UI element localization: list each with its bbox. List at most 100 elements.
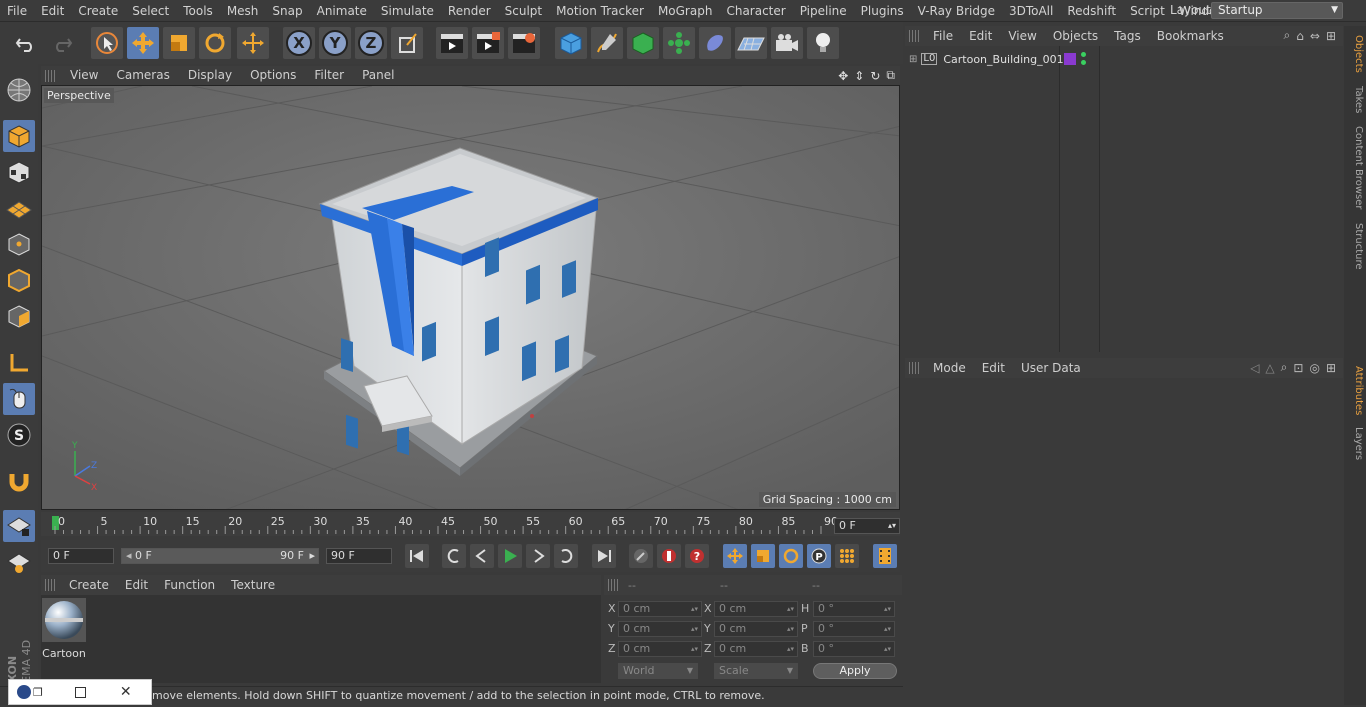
search-icon[interactable]: ⌕ (1284, 28, 1291, 43)
tab-objects[interactable]: Objects (1346, 30, 1364, 78)
viewport-perspective[interactable]: Y Z X Perspective Grid Spacing : 1000 cm (41, 85, 900, 510)
x-axis-button[interactable]: X (283, 27, 315, 59)
scale-mode-select[interactable]: Scale ▼ (714, 663, 798, 679)
floor-button[interactable] (735, 27, 767, 59)
viewport-menu-panel[interactable]: Panel (353, 66, 403, 85)
next-key-button[interactable] (554, 544, 578, 568)
zoom-icon[interactable]: ⇕ (854, 69, 864, 83)
menu-mograph[interactable]: MoGraph (651, 0, 720, 22)
menu-animate[interactable]: Animate (310, 0, 374, 22)
cloner-button[interactable] (663, 27, 695, 59)
coord-value-field[interactable]: 0 cm ▴▾ (714, 621, 798, 637)
new-window-icon[interactable]: ⊞ (1326, 361, 1336, 375)
parameter-key-button[interactable]: P (807, 544, 831, 568)
timeline-window-button[interactable] (873, 544, 897, 568)
frame-range-slider[interactable]: ◂ 0 F 90 F ▸ (121, 548, 319, 564)
transform-tool-button[interactable] (237, 27, 269, 59)
menu-simulate[interactable]: Simulate (374, 0, 441, 22)
move-tool-button[interactable] (127, 27, 159, 59)
object-menu-view[interactable]: View (1000, 26, 1044, 46)
coord-value-field[interactable]: 0 cm ▴▾ (618, 601, 702, 617)
close-icon[interactable]: ✕ (120, 684, 132, 700)
light-button[interactable] (807, 27, 839, 59)
menu-v-ray-bridge[interactable]: V-Ray Bridge (911, 0, 1002, 22)
menu-sculpt[interactable]: Sculpt (498, 0, 549, 22)
record-keys-button[interactable] (629, 544, 653, 568)
next-frame-button[interactable] (526, 544, 550, 568)
coord-value-field[interactable]: 0 cm ▴▾ (618, 621, 702, 637)
edges-mode-button[interactable] (3, 264, 35, 296)
menu-3dtoall[interactable]: 3DToAll (1002, 0, 1060, 22)
orbit-icon[interactable]: ↻ (870, 69, 880, 83)
maximize-icon[interactable] (74, 686, 86, 698)
menu-select[interactable]: Select (125, 0, 176, 22)
attribute-menu-mode[interactable]: Mode (925, 358, 974, 378)
go-to-start-button[interactable] (405, 544, 429, 568)
menu-motion-tracker[interactable]: Motion Tracker (549, 0, 651, 22)
snap-button[interactable] (3, 465, 35, 497)
render-settings-button[interactable] (508, 27, 540, 59)
point-level-key-button[interactable] (835, 544, 859, 568)
rotate-tool-button[interactable] (199, 27, 231, 59)
coord-value-field[interactable]: 0 cm ▴▾ (714, 601, 798, 617)
material-tag-icon[interactable] (1064, 53, 1076, 65)
scale-tool-button[interactable] (163, 27, 195, 59)
previous-key-button[interactable] (442, 544, 466, 568)
viewport-menu-cameras[interactable]: Cameras (107, 66, 178, 85)
link-icon[interactable]: ⇔ (1310, 29, 1320, 43)
menu-snap[interactable]: Snap (265, 0, 309, 22)
play-button[interactable] (498, 544, 522, 568)
object-row[interactable]: ⊞ L0 Cartoon_Building_001 (905, 50, 1343, 68)
editor-visibility-dot[interactable] (1081, 52, 1086, 57)
pan-icon[interactable]: ✥ (838, 69, 848, 83)
object-menu-tags[interactable]: Tags (1106, 26, 1149, 46)
redo-button[interactable] (46, 27, 78, 59)
menu-edit[interactable]: Edit (34, 0, 71, 22)
coord-value-field[interactable]: 0 ° ▴▾ (813, 621, 895, 637)
z-axis-button[interactable]: Z (355, 27, 387, 59)
locked-workplane-button[interactable] (3, 510, 35, 542)
start-frame-field[interactable]: 0 F (48, 548, 114, 564)
material-menu-edit[interactable]: Edit (117, 575, 156, 595)
menu-create[interactable]: Create (71, 0, 125, 22)
end-frame-field[interactable]: 90 F (326, 548, 392, 564)
current-frame-field[interactable]: 0 F ▴▾ (834, 518, 900, 534)
home-icon[interactable]: ⌂ (1296, 29, 1304, 43)
material-menu-texture[interactable]: Texture (223, 575, 283, 595)
tab-takes[interactable]: Takes (1346, 80, 1364, 120)
layout-select[interactable]: Startup ▼ (1211, 2, 1343, 19)
render-view-button[interactable] (436, 27, 468, 59)
make-editable-button[interactable] (3, 74, 35, 106)
axis-mode-button[interactable] (3, 347, 35, 379)
deformer-button[interactable] (699, 27, 731, 59)
tab-layers[interactable]: Layers (1346, 424, 1364, 464)
menu-script[interactable]: Script (1123, 0, 1172, 22)
undo-button[interactable] (10, 27, 42, 59)
viewport-menu-options[interactable]: Options (241, 66, 305, 85)
points-mode-button[interactable] (3, 228, 35, 260)
scale-key-button[interactable] (751, 544, 775, 568)
material-swatch[interactable]: Cartoon (42, 598, 86, 660)
coordinate-system-button[interactable] (391, 27, 423, 59)
tweak-mode-button[interactable] (3, 383, 35, 415)
menu-file[interactable]: File (0, 0, 34, 22)
search-icon[interactable]: ⌕ (1281, 360, 1288, 375)
menu-redshift[interactable]: Redshift (1060, 0, 1123, 22)
menu-plugins[interactable]: Plugins (854, 0, 911, 22)
new-window-icon[interactable]: ⊞ (1326, 29, 1336, 43)
y-axis-button[interactable]: Y (319, 27, 351, 59)
viewport-menu-display[interactable]: Display (179, 66, 241, 85)
previous-frame-button[interactable] (470, 544, 494, 568)
object-name[interactable]: Cartoon_Building_001 (943, 53, 1063, 66)
object-menu-file[interactable]: File (925, 26, 961, 46)
model-mode-button[interactable] (3, 120, 35, 152)
lock-icon[interactable]: ⊡ (1293, 361, 1303, 375)
coord-value-field[interactable]: 0 cm ▴▾ (714, 641, 798, 657)
tab-attributes[interactable]: Attributes (1346, 362, 1364, 420)
cube-primitive-button[interactable] (555, 27, 587, 59)
autokeying-button[interactable] (657, 544, 681, 568)
keyframe-selection-button[interactable]: ? (685, 544, 709, 568)
coord-value-field[interactable]: 0 cm ▴▾ (618, 641, 702, 657)
object-menu-objects[interactable]: Objects (1045, 26, 1106, 46)
apply-button[interactable]: Apply (813, 663, 897, 679)
